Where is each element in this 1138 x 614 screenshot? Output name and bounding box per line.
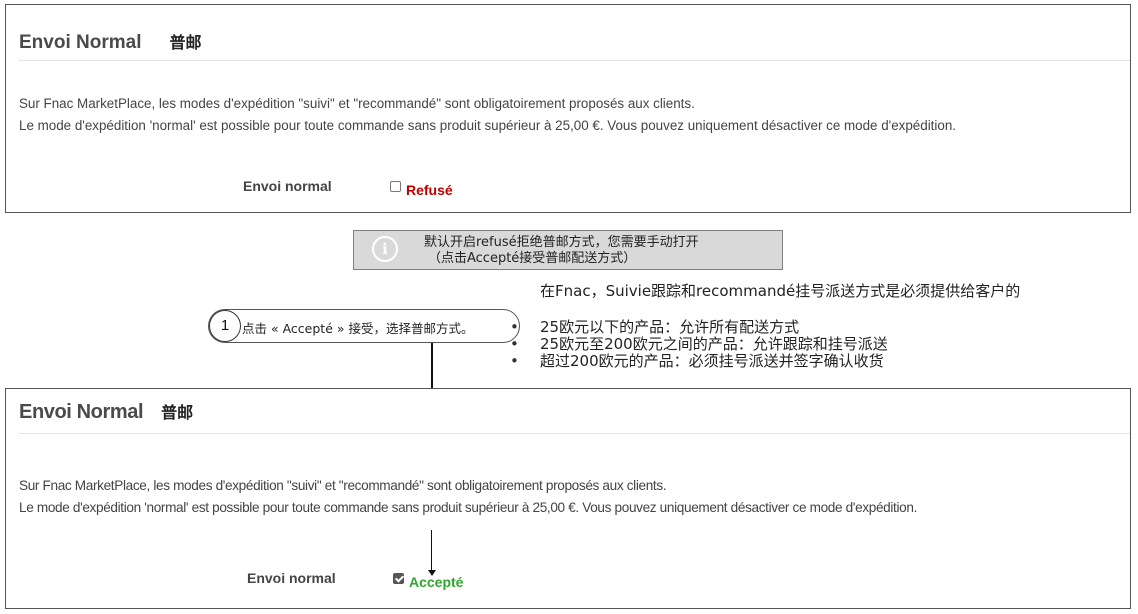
description: Sur Fnac MarketPlace, les modes d'expédi… [19,93,956,137]
shipping-settings-panel-before: Envoi Normal 普邮 Sur Fnac MarketPlace, le… [5,4,1131,213]
panel-header: Envoi Normal 普邮 [19,29,202,54]
step-instruction: 点击 « Accepté » 接受，选择普邮方式。 [242,321,474,336]
step-number: 1 [209,310,241,342]
header-divider [19,60,1130,61]
description-line-2: Le mode d'expédition 'normal' est possib… [19,118,956,133]
status-accepted[interactable]: Accepté [409,574,463,590]
shipping-rules-notes: 在Fnac，Suivie跟踪和recommandé挂号派送方式是必须提供给客户的… [510,280,1021,371]
info-icon: i [372,236,398,262]
panel-title: Envoi Normal [19,32,142,53]
info-line-1: 默认开启refusé拒绝普邮方式，您需要手动打开 [424,235,699,250]
arrow-line [431,530,432,572]
step-callout: 1 点击 « Accepté » 接受，选择普邮方式。 [208,309,520,343]
info-callout: i 默认开启refusé拒绝普邮方式，您需要手动打开 （点击Accepté接受普… [353,230,783,270]
description: Sur Fnac MarketPlace, les modes d'expédi… [19,475,917,519]
panel-title-cn: 普邮 [169,33,202,52]
notes-heading: 在Fnac，Suivie跟踪和recommandé挂号派送方式是必须提供给客户的 [540,282,1021,300]
note-item: 25欧元以下的产品：允许所有配送方式 [510,319,1020,337]
description-line-1: Sur Fnac MarketPlace, les modes d'expédi… [19,478,667,493]
envoi-normal-checkbox[interactable] [390,181,401,192]
info-callout-text: 默认开启refusé拒绝普邮方式，您需要手动打开 （点击Accepté接受普邮配… [424,235,699,267]
note-item: 25欧元至200欧元之间的产品：允许跟踪和挂号派送 [510,336,1020,354]
panel-title: Envoi Normal [19,401,144,423]
notes-list: 25欧元以下的产品：允许所有配送方式 25欧元至200欧元之间的产品：允许跟踪和… [510,319,1020,371]
envoi-normal-checkbox[interactable] [393,573,404,584]
arrow-head-icon [428,570,436,576]
status-refused[interactable]: Refusé [406,182,453,198]
note-item: 超过200欧元的产品：必须挂号派送并签字确认收货 [510,353,1020,371]
step-connector-line [431,343,433,389]
panel-title-cn: 普邮 [161,403,194,422]
envoi-normal-label: Envoi normal [247,570,336,586]
envoi-normal-label: Envoi normal [243,178,332,194]
shipping-settings-panel-after: Envoi Normal 普邮 Sur Fnac MarketPlace, le… [5,388,1131,609]
info-line-2: （点击Accepté接受普邮配送方式） [428,251,637,266]
description-line-2: Le mode d'expédition 'normal' est possib… [19,500,918,515]
description-line-1: Sur Fnac MarketPlace, les modes d'expédi… [19,96,695,111]
panel-header: Envoi Normal 普邮 [19,399,193,424]
header-divider [19,433,1130,434]
